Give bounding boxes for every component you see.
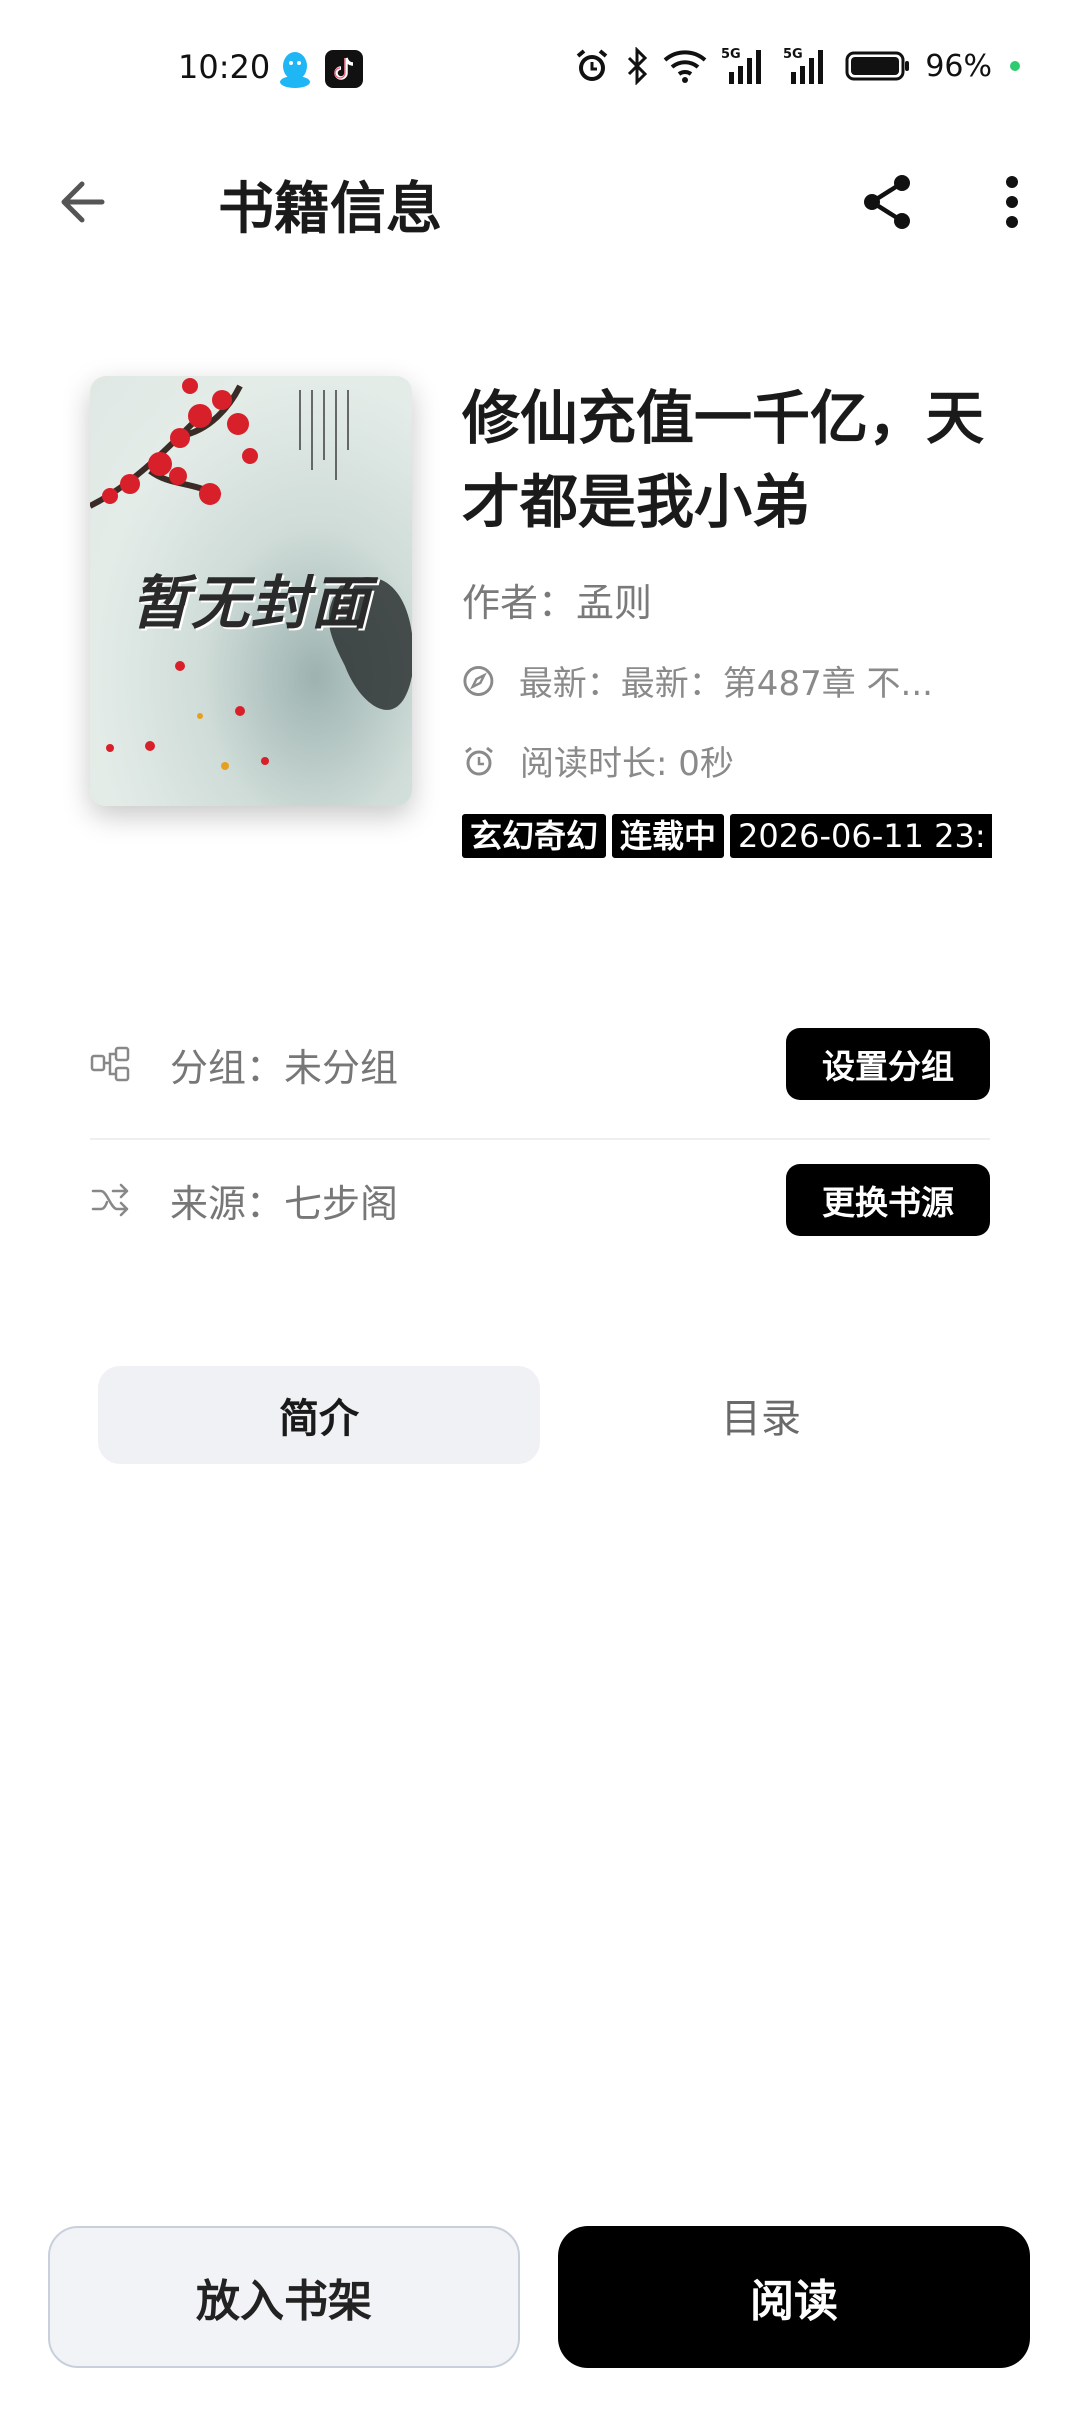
arrow-left-icon [61,181,105,223]
status-right-group: 5G 5G 96% [573,46,1020,86]
compass-icon [463,665,494,696]
tags-row: 玄幻奇幻 连载中 2026-06-11 23: [462,814,992,858]
group-row: 分组：未分组 设置分组 [90,1024,990,1104]
svg-text:5G: 5G [721,47,741,62]
change-source-button[interactable]: 更换书源 [786,1164,990,1236]
more-button[interactable] [980,170,1044,234]
signal-5g-icon: 5G [783,46,831,86]
qq-icon [278,50,312,90]
status-time: 10:20 [178,48,271,86]
back-button[interactable] [52,170,116,234]
battery-icon [845,49,911,83]
tab-intro[interactable]: 简介 [98,1366,540,1464]
read-time-text: 阅读时长: 0秒 [520,744,734,784]
svg-text:5G: 5G [783,47,803,62]
cover-text: 暂无封面 [130,569,371,637]
alarm-clock-icon [465,746,493,775]
tag-update-date: 2026-06-11 23: [730,814,992,858]
group-label: 分组：未分组 [170,1045,399,1090]
divider [90,1138,990,1140]
share-icon [864,175,910,229]
read-time-row: 阅读时长: 0秒 [462,736,734,785]
tab-toc[interactable]: 目录 [540,1366,982,1464]
book-title: 修仙充值一千亿，天才都是我小弟 [462,384,985,536]
add-to-shelf-button[interactable]: 放入书架 [48,2226,520,2368]
page-title: 书籍信息 [218,177,442,242]
wifi-icon [663,49,707,83]
latest-chapter-row[interactable]: 最新：最新：第487章 不... [462,656,982,705]
share-button[interactable] [855,170,919,234]
tag-category: 玄幻奇幻 [462,814,607,858]
alarm-icon [573,47,611,85]
latest-chapter-text: 最新：最新：第487章 不... [518,664,933,704]
tiktok-icon [325,50,363,88]
battery-dot [1010,61,1020,71]
tag-status: 连载中 [612,814,725,858]
signal-5g-icon: 5G [721,46,769,86]
group-icon [90,1043,132,1085]
source-label: 来源：七步阁 [170,1181,399,1226]
read-button[interactable]: 阅读 [558,2226,1030,2368]
source-row: 来源：七步阁 更换书源 [90,1160,990,1240]
set-group-button[interactable]: 设置分组 [786,1028,990,1100]
book-cover[interactable]: 暂无封面 [90,376,412,806]
bluetooth-icon [625,47,649,85]
more-vertical-icon [1006,176,1018,228]
battery-percent: 96% [925,48,992,84]
shuffle-icon [90,1179,132,1221]
book-author[interactable]: 作者：孟则 [462,572,652,627]
